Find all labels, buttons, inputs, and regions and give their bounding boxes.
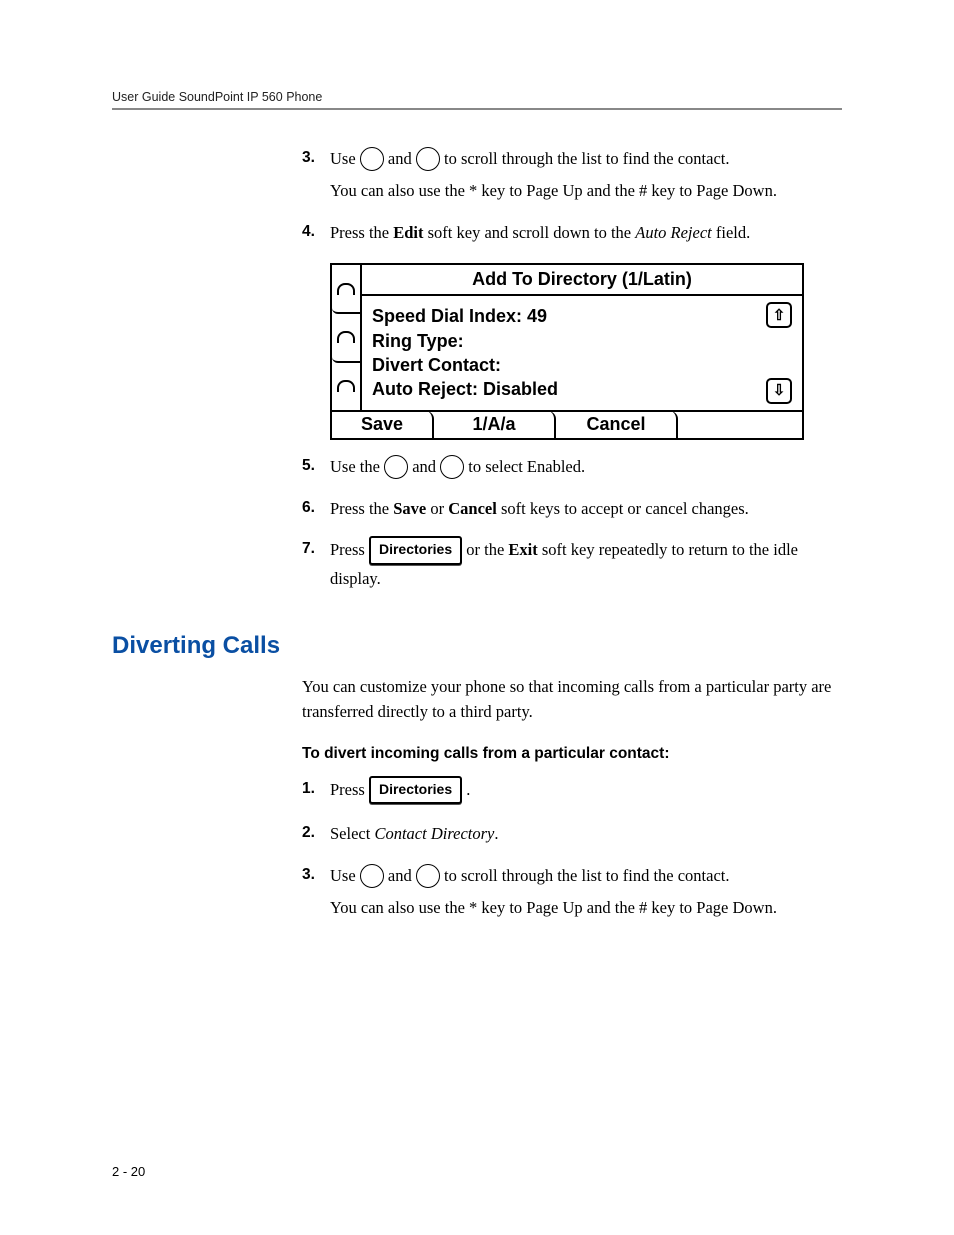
down-arrow-icon — [416, 147, 440, 171]
screen-content: Speed Dial Index: 49 Ring Type: Divert C… — [362, 296, 762, 409]
page: User Guide SoundPoint IP 560 Phone 3. Us… — [0, 0, 954, 1235]
line-key-sidebar — [332, 265, 362, 409]
step-number: 1. — [302, 777, 330, 812]
line-key-icon — [332, 314, 360, 363]
text: and — [412, 457, 440, 476]
text-bold: Save — [393, 499, 426, 518]
text: Press — [330, 780, 369, 799]
step-b1: 1. Press Directories . — [302, 777, 842, 812]
step-b2: 2. Select Contact Directory. — [302, 821, 842, 853]
step-number: 4. — [302, 220, 330, 252]
text: Press the — [330, 499, 393, 518]
text: and — [388, 149, 416, 168]
scroll-indicator: ⇧ ⇩ — [762, 296, 802, 409]
step-5: 5. Use the and to select Enabled. — [302, 454, 842, 486]
text-bold: Exit — [508, 540, 537, 559]
steps-group-a: 3. Use and to scroll through the list to… — [302, 146, 842, 598]
text: or — [426, 499, 448, 518]
section-body: You can customize your phone so that inc… — [302, 674, 842, 927]
line-key-icon — [332, 265, 360, 314]
text: . — [466, 780, 470, 799]
text-italic: Auto Reject — [635, 223, 712, 242]
text: Use — [330, 149, 360, 168]
step-3: 3. Use and to scroll through the list to… — [302, 146, 842, 210]
step-number: 3. — [302, 863, 330, 927]
step-number: 2. — [302, 821, 330, 853]
softkey-mode: 1/A/a — [434, 411, 556, 438]
text: Press the — [330, 223, 393, 242]
text: field. — [712, 223, 751, 242]
screen-line: Speed Dial Index: 49 — [372, 304, 752, 328]
screen-title: Add To Directory (1/Latin) — [362, 265, 802, 296]
text-bold: Edit — [393, 223, 423, 242]
directories-key-icon: Directories — [369, 776, 462, 805]
softkey-row: Save 1/A/a Cancel — [332, 410, 802, 438]
softkey-save: Save — [332, 411, 434, 438]
sub-heading: To divert incoming calls from a particul… — [302, 745, 842, 763]
scroll-down-icon: ⇩ — [766, 378, 792, 404]
screen-line: Divert Contact: — [372, 353, 752, 377]
text: Press — [330, 540, 369, 559]
step-number: 5. — [302, 454, 330, 486]
section-heading-diverting-calls: Diverting Calls — [112, 632, 842, 660]
text: You can also use the * key to Page Up an… — [330, 178, 842, 204]
text: . — [494, 824, 498, 843]
line-key-icon — [332, 363, 360, 410]
softkey-cancel: Cancel — [556, 411, 678, 438]
step-7: 7. Press Directories or the Exit soft ke… — [302, 537, 842, 597]
text: to scroll through the list to find the c… — [444, 866, 730, 885]
text: and — [388, 866, 416, 885]
step-number: 6. — [302, 496, 330, 528]
text: to scroll through the list to find the c… — [444, 149, 730, 168]
softkey-empty — [678, 411, 802, 438]
down-arrow-icon — [416, 864, 440, 888]
screen-line: Ring Type: — [372, 329, 752, 353]
text: to select Enabled. — [468, 457, 585, 476]
step-number: 3. — [302, 146, 330, 210]
step-6: 6. Press the Save or Cancel soft keys to… — [302, 496, 842, 528]
running-header: User Guide SoundPoint IP 560 Phone — [112, 90, 842, 104]
text-italic: Contact Directory — [374, 824, 494, 843]
text: You can also use the * key to Page Up an… — [330, 895, 842, 921]
up-arrow-icon — [360, 147, 384, 171]
step-4: 4. Press the Edit soft key and scroll do… — [302, 220, 842, 252]
up-arrow-icon — [360, 864, 384, 888]
scroll-up-icon: ⇧ — [766, 302, 792, 328]
page-number: 2 - 20 — [112, 1164, 145, 1179]
phone-screen: Add To Directory (1/Latin) Speed Dial In… — [330, 263, 804, 439]
screen-line: Auto Reject: Disabled — [372, 377, 752, 401]
phone-screen-figure: Add To Directory (1/Latin) Speed Dial In… — [330, 263, 842, 439]
text-bold: Cancel — [448, 499, 497, 518]
text: or the — [466, 540, 508, 559]
right-arrow-icon — [440, 455, 464, 479]
paragraph: You can customize your phone so that inc… — [302, 674, 842, 725]
step-b3: 3. Use and to scroll through the list to… — [302, 863, 842, 927]
left-arrow-icon — [384, 455, 408, 479]
text: Select — [330, 824, 374, 843]
text: Use — [330, 866, 360, 885]
text: Use the — [330, 457, 384, 476]
text: soft keys to accept or cancel changes. — [497, 499, 749, 518]
step-number: 7. — [302, 537, 330, 597]
text: soft key and scroll down to the — [424, 223, 636, 242]
header-rule — [112, 108, 842, 110]
directories-key-icon: Directories — [369, 536, 462, 565]
